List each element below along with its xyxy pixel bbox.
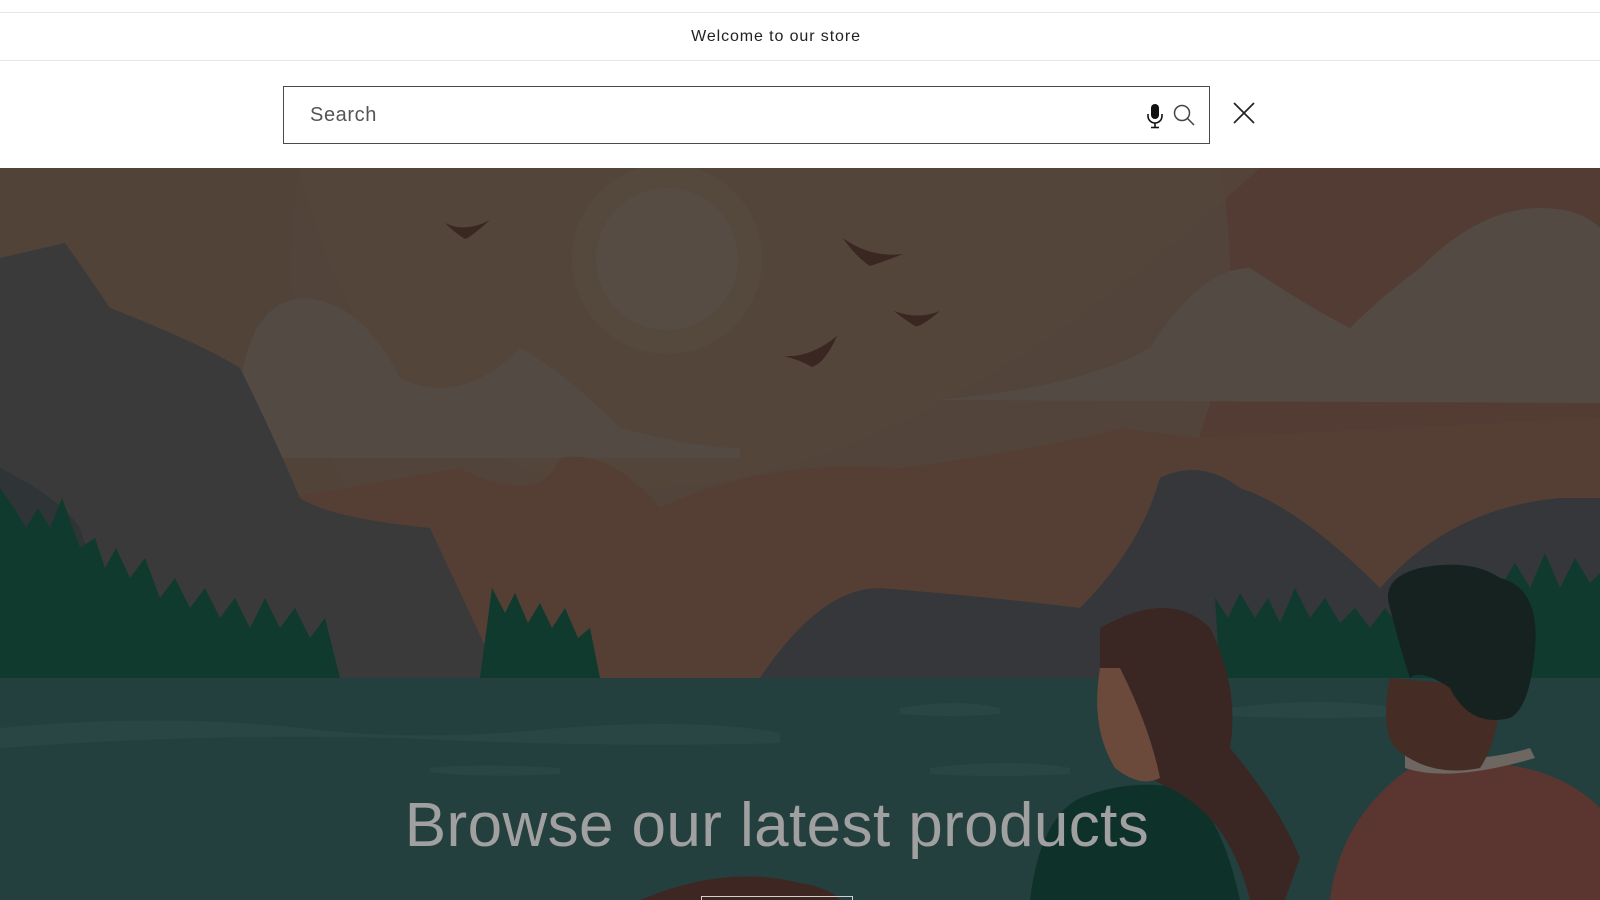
hero-banner: Browse our latest products xyxy=(0,168,1600,900)
search-icon[interactable] xyxy=(1172,103,1196,127)
search-input[interactable] xyxy=(285,88,1105,142)
close-icon[interactable] xyxy=(1229,98,1259,128)
search-field xyxy=(283,86,1210,144)
hero-title: Browse our latest products xyxy=(404,791,1150,860)
top-strip xyxy=(0,0,1600,13)
hero-shop-button[interactable] xyxy=(701,896,853,900)
announcement-bar: Welcome to our store xyxy=(0,13,1600,61)
search-modal xyxy=(0,61,1600,168)
announcement-text: Welcome to our store xyxy=(691,27,861,45)
microphone-icon[interactable] xyxy=(1146,103,1164,129)
